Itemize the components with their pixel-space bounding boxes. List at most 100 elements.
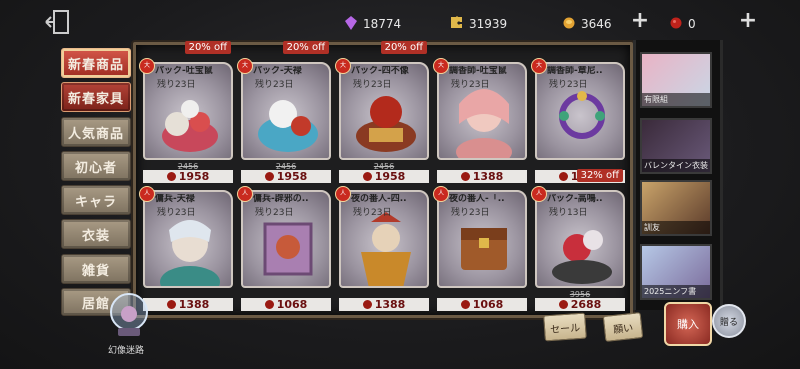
product-title: 調香師-吐宝鼠 — [449, 66, 507, 76]
ruby-icon — [558, 172, 568, 181]
product-title: 傭兵-天禄 — [155, 194, 195, 204]
price-tag: 1958 — [241, 170, 331, 183]
product-remaining: 残り23日 — [255, 80, 294, 90]
discount-tag: 20% off — [184, 41, 231, 54]
featured-banner[interactable]: 2025ニンフ書 — [640, 244, 712, 300]
price-value: 1388 — [472, 170, 504, 183]
tab-goods[interactable]: 雑貨 — [61, 254, 131, 284]
price-tag: 1068 — [241, 298, 331, 311]
product-remaining: 残り23日 — [255, 208, 294, 218]
ruby-currency: 0 — [670, 14, 696, 34]
buy-label: 購入 — [677, 318, 699, 331]
tab-label: 雑貨 — [81, 263, 110, 279]
product-remaining: 残り23日 — [157, 208, 196, 218]
wish-label: 願い — [612, 322, 634, 336]
price-value: 1068 — [276, 298, 308, 311]
rarity-badge: 人 — [237, 186, 253, 202]
price-value: 1388 — [374, 298, 406, 311]
price-value: 1388 — [178, 298, 210, 311]
product-remaining: 残り13日 — [549, 208, 588, 218]
rarity-badge: 人 — [139, 186, 155, 202]
tab-label: 人気商品 — [67, 126, 124, 142]
discount-tag: 32% off — [576, 169, 623, 182]
tab-label: 初心者 — [74, 160, 117, 176]
crystal-ball-icon[interactable] — [104, 290, 154, 340]
rarity-badge: 大 — [531, 58, 547, 74]
sale-label: セール — [549, 322, 581, 336]
clue-currency: 31939 — [450, 14, 507, 34]
tab-costumes[interactable]: 衣装 — [61, 219, 131, 249]
price-value: 1068 — [472, 298, 504, 311]
price-value: 1958 — [178, 170, 210, 183]
buy-button[interactable]: 購入 — [664, 302, 712, 346]
product-remaining: 残り23日 — [451, 80, 490, 90]
crystal-value: 18774 — [363, 17, 402, 31]
add-echo-button[interactable]: + — [630, 10, 650, 32]
price-tag: 1388 — [339, 298, 429, 311]
price-tag: 1068 — [437, 298, 527, 311]
price-tag: 1388 — [437, 170, 527, 183]
rarity-badge: 大 — [139, 58, 155, 74]
price-tag: 2688 — [535, 298, 625, 311]
featured-label: 訓友 — [642, 221, 710, 234]
tab-popular[interactable]: 人気商品 — [61, 117, 131, 147]
rarity-badge: 人 — [531, 186, 547, 202]
exit-icon[interactable] — [44, 8, 74, 36]
discount-tag: 20% off — [282, 41, 329, 54]
puzzle-icon — [450, 16, 463, 32]
ruby-icon — [558, 300, 568, 309]
product-title: 調香師-章尼.. — [547, 66, 603, 76]
price-tag: 1388 — [143, 298, 233, 311]
rarity-badge: 人 — [335, 186, 351, 202]
product-title: パック-吐宝鼠 — [155, 66, 213, 76]
tab-shinshun-furniture[interactable]: 新春家具 — [61, 82, 131, 112]
discount-tag: 20% off — [380, 41, 427, 54]
ruby-icon — [362, 300, 372, 309]
product-title: 夜の番人-「.. — [449, 194, 505, 204]
rarity-badge: 大 — [335, 58, 351, 74]
tab-characters[interactable]: キャラ — [61, 185, 131, 215]
wish-button[interactable]: 願い — [602, 312, 644, 342]
price-tag: 1958 — [143, 170, 233, 183]
echo-currency: 3646 — [563, 14, 612, 34]
crystal-icon — [345, 15, 357, 33]
ruby-icon — [460, 300, 470, 309]
featured-label: 有限組 — [642, 93, 710, 106]
ruby-icon — [362, 172, 372, 181]
rarity-badge: 人 — [433, 186, 449, 202]
featured-banner[interactable]: バレンタイン衣装 — [640, 118, 712, 174]
clue-value: 31939 — [469, 17, 508, 31]
product-remaining: 残り23日 — [549, 80, 588, 90]
product-remaining: 残り23日 — [451, 208, 490, 218]
sale-button[interactable]: セール — [543, 312, 587, 342]
product-remaining: 残り23日 — [157, 80, 196, 90]
product-title: 傭兵-辟邪の.. — [253, 194, 309, 204]
price-value: 2688 — [570, 298, 602, 311]
echo-value: 3646 — [581, 17, 612, 31]
crystal-currency: 18774 — [345, 14, 401, 34]
coin-icon — [563, 17, 575, 32]
rarity-badge: 大 — [237, 58, 253, 74]
tab-label: 新春商品 — [67, 57, 124, 73]
tab-label: 新春家具 — [67, 91, 124, 107]
featured-banner[interactable]: 有限組 — [640, 52, 712, 108]
product-title: 夜の番人-四.. — [351, 194, 407, 204]
tab-label: 衣装 — [81, 228, 110, 244]
tab-shinshun-items[interactable]: 新春商品 — [61, 48, 131, 78]
featured-label: 2025ニンフ書 — [642, 285, 710, 298]
ruby-icon — [166, 300, 176, 309]
featured-banner[interactable]: 訓友 — [640, 180, 712, 236]
add-ruby-button[interactable]: + — [738, 10, 758, 32]
gift-label: 贈る — [719, 317, 738, 328]
ruby-icon — [460, 172, 470, 181]
price-value: 1958 — [276, 170, 308, 183]
gift-button[interactable]: 贈る — [712, 304, 746, 338]
ruby-icon — [264, 172, 274, 181]
price-tag: 1958 — [339, 170, 429, 183]
ruby-value: 0 — [688, 17, 696, 31]
product-title: パック-天禄 — [253, 66, 302, 76]
tab-label: キャラ — [74, 194, 117, 210]
tab-beginner[interactable]: 初心者 — [61, 151, 131, 181]
product-title: パック-四不像 — [351, 66, 409, 76]
rarity-badge: 大 — [433, 58, 449, 74]
